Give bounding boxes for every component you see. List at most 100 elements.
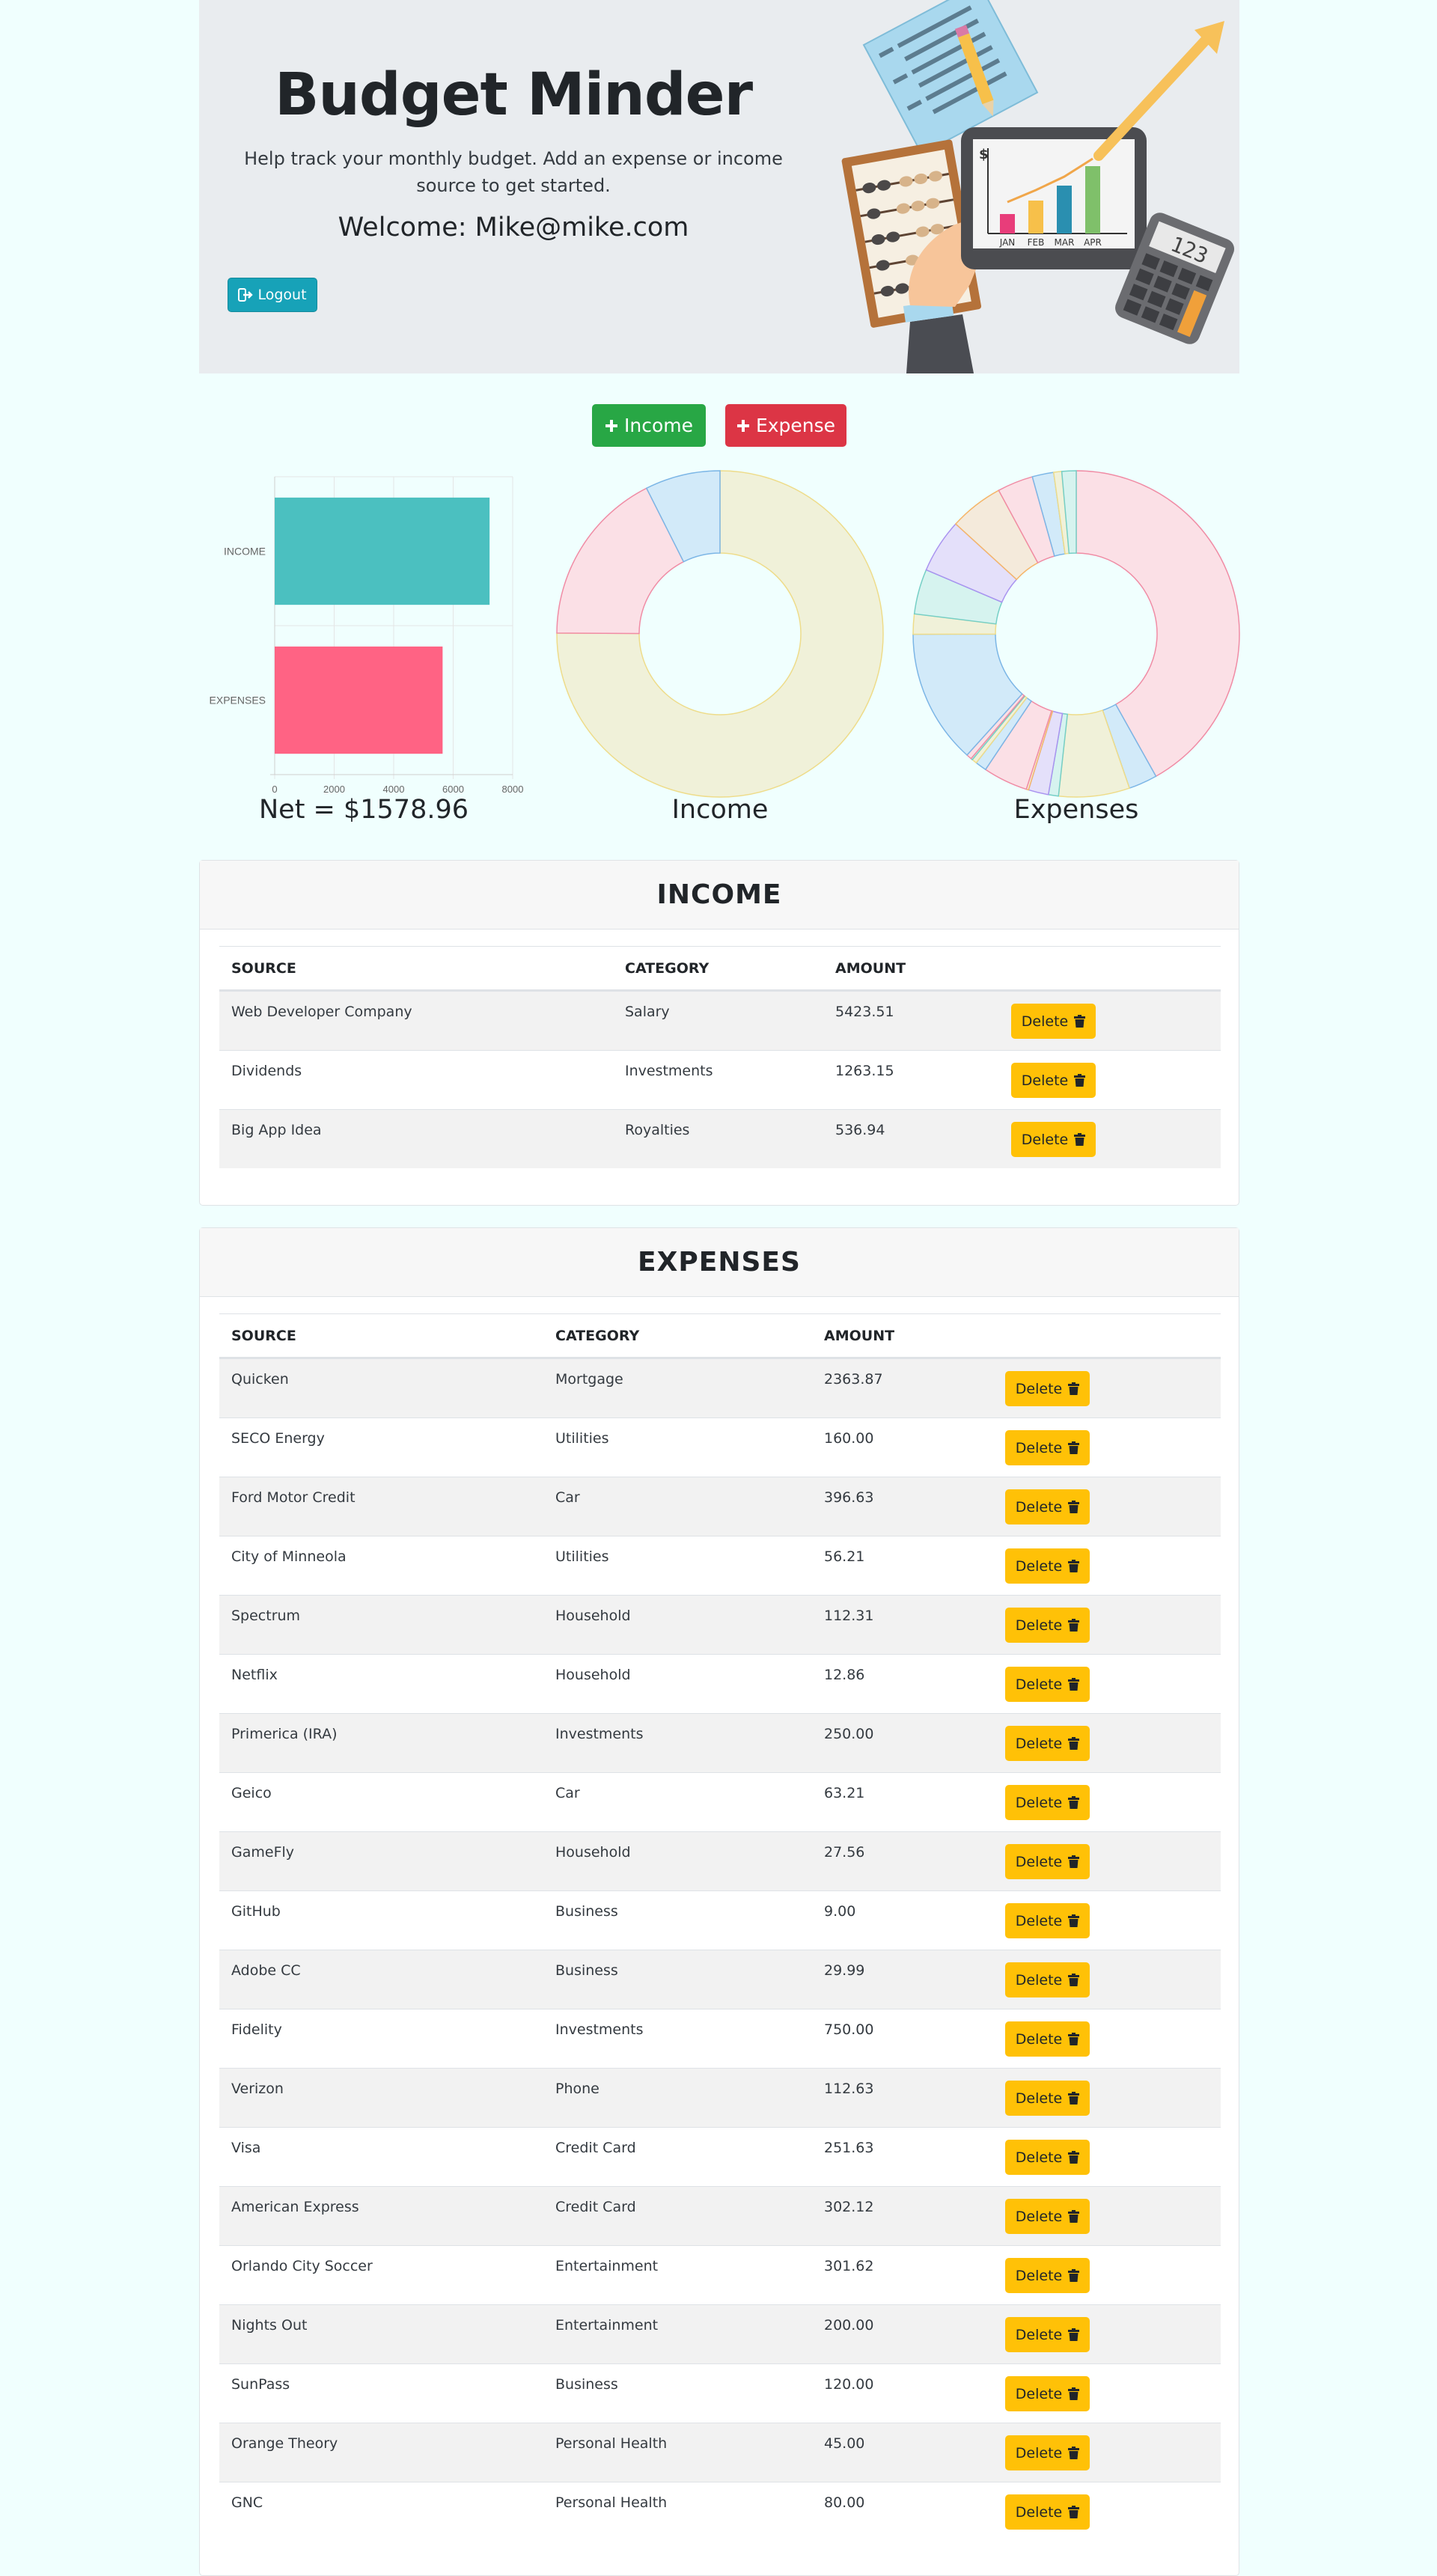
trash-icon	[1068, 1441, 1080, 1454]
x-tick-label: 4000	[383, 784, 405, 795]
cell-amount: 301.62	[824, 2258, 874, 2274]
cell-source: Quicken	[231, 1371, 289, 1388]
trash-icon	[1068, 1382, 1080, 1395]
cell-category: Phone	[555, 2081, 599, 2097]
delete-button[interactable]: Delete	[1005, 1962, 1090, 1997]
delete-button[interactable]: Delete	[1005, 1371, 1090, 1406]
table-row: Visa Credit Card 251.63 Delete	[219, 2127, 1221, 2186]
trash-icon	[1068, 1974, 1080, 1986]
delete-button[interactable]: Delete	[1011, 1004, 1096, 1039]
cell-source: Spectrum	[231, 1608, 301, 1624]
table-row: Primerica (IRA) Investments 250.00 Delete	[219, 1713, 1221, 1772]
cell-amount: 45.00	[824, 2435, 865, 2452]
cell-category: Investments	[555, 2021, 644, 2038]
cell-amount: 80.00	[824, 2494, 865, 2511]
column-header-category: CATEGORY	[625, 960, 710, 977]
trash-icon	[1074, 1015, 1086, 1028]
plus-icon	[605, 419, 617, 432]
delete-label: Delete	[1015, 2030, 1063, 2048]
cell-source: Ford Motor Credit	[231, 1489, 356, 1506]
delete-button[interactable]: Delete	[1005, 1548, 1090, 1584]
delete-button[interactable]: Delete	[1011, 1122, 1096, 1157]
delete-button[interactable]: Delete	[1005, 2258, 1090, 2293]
add-expense-button[interactable]: Expense	[725, 404, 846, 447]
cell-amount: 112.31	[824, 1608, 874, 1624]
svg-text:$: $	[979, 147, 989, 162]
cell-amount: 750.00	[824, 2021, 874, 2038]
cell-category: Household	[555, 1608, 631, 1624]
table-row: Web Developer Company Salary 5423.51 Delete	[219, 991, 1221, 1050]
cell-category: Household	[555, 1844, 631, 1861]
delete-button[interactable]: Delete	[1005, 2021, 1090, 2057]
income-table-header: SOURCE CATEGORY AMOUNT	[219, 946, 1221, 991]
delete-button[interactable]: Delete	[1005, 1726, 1090, 1761]
table-row: Spectrum Household 112.31 Delete	[219, 1595, 1221, 1654]
table-row: Orlando City Soccer Entertainment 301.62 De…	[219, 2245, 1221, 2304]
delete-button[interactable]: Delete	[1005, 2140, 1090, 2175]
delete-button[interactable]: Delete	[1005, 2376, 1090, 2411]
cell-source: Primerica (IRA)	[231, 1726, 338, 1742]
delete-button[interactable]: Delete	[1005, 1903, 1090, 1938]
delete-button[interactable]: Delete	[1005, 2317, 1090, 2352]
plus-icon	[736, 419, 749, 432]
delete-label: Delete	[1015, 1853, 1063, 1870]
add-income-button[interactable]: Income	[592, 404, 706, 447]
delete-label: Delete	[1015, 1380, 1063, 1397]
table-row: Quicken Mortgage 2363.87 Delete	[219, 1358, 1221, 1417]
cell-category: Royalties	[625, 1122, 690, 1138]
delete-button[interactable]: Delete	[1005, 2435, 1090, 2470]
logout-label: Logout	[257, 287, 307, 303]
cell-source: Visa	[231, 2140, 261, 2156]
net-total: Net = $1578.96	[258, 795, 469, 825]
table-row: Nights Out Entertainment 200.00 Delete	[219, 2304, 1221, 2363]
add-income-label: Income	[624, 415, 693, 436]
trash-icon	[1068, 1560, 1080, 1572]
trash-icon	[1068, 2092, 1080, 2105]
delete-button[interactable]: Delete	[1005, 2494, 1090, 2530]
table-row: GameFly Household 27.56 Delete	[219, 1831, 1221, 1890]
delete-label: Delete	[1015, 1617, 1063, 1634]
bar-expenses	[275, 646, 443, 754]
table-row: Adobe CC Business 29.99 Delete	[219, 1950, 1221, 2009]
svg-text:FEB: FEB	[1028, 237, 1045, 248]
delete-button[interactable]: Delete	[1005, 1844, 1090, 1879]
trash-icon	[1068, 1619, 1080, 1632]
trash-icon	[1074, 1133, 1086, 1146]
cell-source: GNC	[231, 2494, 263, 2511]
cell-amount: 12.86	[824, 1667, 865, 1683]
cell-amount: 1263.15	[835, 1063, 894, 1079]
column-header-category: CATEGORY	[555, 1328, 640, 1344]
cell-category: Personal Health	[555, 2494, 668, 2511]
delete-button[interactable]: Delete	[1011, 1063, 1096, 1098]
logout-button[interactable]: Logout	[228, 278, 317, 312]
income-card: INCOME SOURCE CATEGORY AMOUNT Web Develo…	[199, 860, 1239, 1206]
add-expense-label: Expense	[755, 415, 836, 436]
delete-button[interactable]: Delete	[1005, 1489, 1090, 1524]
delete-button[interactable]: Delete	[1005, 2081, 1090, 2116]
cell-category: Mortgage	[555, 1371, 623, 1388]
cell-amount: 63.21	[824, 1785, 865, 1801]
expenses-doughnut-chart	[912, 470, 1240, 798]
cell-amount: 302.12	[824, 2199, 874, 2215]
income-doughnut-chart	[556, 470, 884, 798]
table-row: SunPass Business 120.00 Delete	[219, 2363, 1221, 2423]
cell-source: SECO Energy	[231, 1430, 325, 1447]
delete-button[interactable]: Delete	[1005, 1667, 1090, 1702]
cell-category: Investments	[625, 1063, 713, 1079]
trash-icon	[1068, 2328, 1080, 2341]
cell-category: Car	[555, 1489, 580, 1506]
delete-label: Delete	[1015, 2090, 1063, 2107]
delete-button[interactable]: Delete	[1005, 1608, 1090, 1643]
delete-button[interactable]: Delete	[1005, 1430, 1090, 1465]
column-header-source: SOURCE	[231, 1328, 296, 1344]
welcome-text: Welcome: Mike@mike.com	[338, 213, 689, 242]
cell-source: GameFly	[231, 1844, 295, 1861]
delete-label: Delete	[1015, 1971, 1063, 1989]
cell-amount: 27.56	[824, 1844, 865, 1861]
cell-category: Business	[555, 2376, 618, 2393]
delete-button[interactable]: Delete	[1005, 1785, 1090, 1820]
trash-icon	[1068, 1914, 1080, 1927]
delete-button[interactable]: Delete	[1005, 2199, 1090, 2234]
column-header-amount: AMOUNT	[835, 960, 906, 977]
cell-source: Orange Theory	[231, 2435, 338, 2452]
